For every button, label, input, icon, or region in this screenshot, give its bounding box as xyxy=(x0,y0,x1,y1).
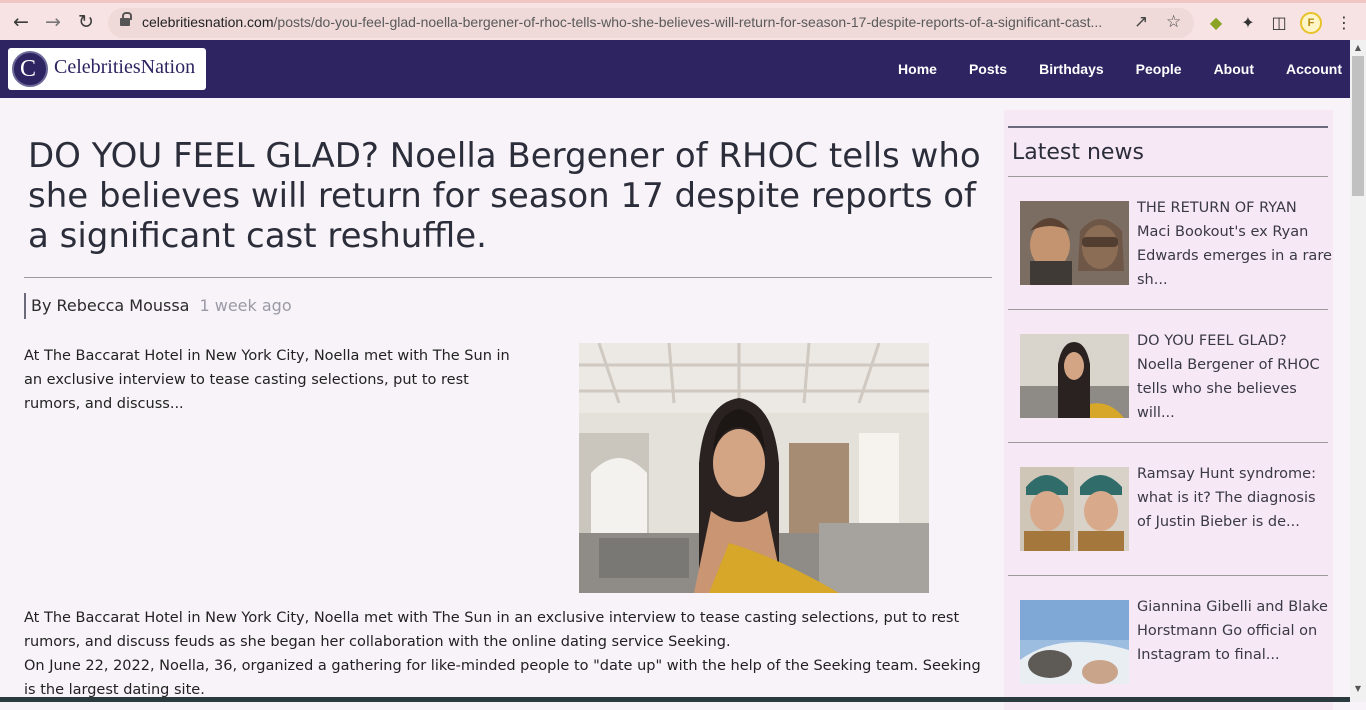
article-hero-image xyxy=(579,343,929,593)
forward-arrow-icon[interactable]: → xyxy=(41,10,65,34)
sidebar-top-rule xyxy=(1008,126,1328,128)
sidebar-divider xyxy=(1008,442,1328,443)
scroll-down-arrow-icon[interactable]: ▼ xyxy=(1353,684,1363,694)
page-scrollbar[interactable]: ▲ ▼ xyxy=(1350,40,1366,702)
logo-emblem-icon: C xyxy=(12,51,48,87)
article-lead: At The Baccarat Hotel in New York City, … xyxy=(24,348,510,412)
sidebar-icon[interactable]: ◫ xyxy=(1268,12,1290,34)
site-logo[interactable]: C CelebritiesNation xyxy=(8,48,206,90)
news-item[interactable]: THE RETURN OF RYAN Maci Bookout's ex Rya… xyxy=(1020,200,1332,301)
sidebar-divider xyxy=(1008,575,1328,576)
article-title: DO YOU FEEL GLAD? Noella Bergener of RHO… xyxy=(28,136,981,256)
article-paragraph: On June 22, 2022, Noella, 36, organized … xyxy=(24,658,981,698)
news-item[interactable]: DO YOU FEEL GLAD? Noella Bergener of RHO… xyxy=(1020,333,1328,434)
logo-text: CelebritiesNation xyxy=(54,56,196,78)
news-thumbnail[interactable] xyxy=(1020,201,1129,285)
post-time: 1 week ago xyxy=(199,296,292,315)
back-arrow-icon[interactable]: ← xyxy=(9,10,33,34)
article-paragraph: At The Baccarat Hotel in New York City, … xyxy=(24,610,960,650)
reload-icon[interactable]: ↻ xyxy=(74,10,98,34)
browser-toolbar: ← → ↻ celebritiesnation.com/posts/do-you… xyxy=(0,0,1366,40)
author-name[interactable]: Rebecca Moussa xyxy=(57,296,190,315)
news-thumbnail[interactable] xyxy=(1020,334,1129,418)
scroll-up-arrow-icon[interactable]: ▲ xyxy=(1353,43,1363,53)
profile-icon[interactable]: F xyxy=(1300,12,1322,34)
news-headline[interactable]: Giannina Gibelli and Blake Horstmann Go … xyxy=(1137,595,1332,667)
address-bar[interactable]: celebritiesnation.com/posts/do-you-feel-… xyxy=(108,8,1194,38)
news-item[interactable]: Ramsay Hunt syndrome: what is it? The di… xyxy=(1020,466,1328,567)
kebab-menu-icon[interactable]: ⋮ xyxy=(1333,12,1355,34)
lock-icon[interactable] xyxy=(120,12,132,28)
news-headline[interactable]: THE RETURN OF RYAN Maci Bookout's ex Rya… xyxy=(1137,196,1332,292)
sidebar-divider xyxy=(1008,309,1328,310)
latest-news-sidebar: Latest news THE RETURN OF RYAN Maci Book… xyxy=(1004,110,1333,710)
nav-home[interactable]: Home xyxy=(898,61,937,77)
nav-people[interactable]: People xyxy=(1136,61,1182,77)
byline: By Rebecca Moussa 1 week ago xyxy=(24,293,292,319)
url-path: /posts/do-you-feel-glad-noella-bergener-… xyxy=(273,14,1103,30)
sidebar-divider xyxy=(1008,176,1328,177)
url-domain: celebritiesnation.com xyxy=(142,14,274,30)
taskbar-edge xyxy=(0,697,1350,702)
url-text[interactable]: celebritiesnation.com/posts/do-you-feel-… xyxy=(142,14,1132,30)
news-item[interactable]: Giannina Gibelli and Blake Horstmann Go … xyxy=(1020,599,1328,700)
nav-birthdays[interactable]: Birthdays xyxy=(1039,61,1104,77)
title-divider xyxy=(24,277,992,278)
puzzle-icon[interactable]: ✦ xyxy=(1237,12,1259,34)
byline-prefix: By xyxy=(31,296,57,315)
news-headline[interactable]: DO YOU FEEL GLAD? Noella Bergener of RHO… xyxy=(1137,329,1332,425)
sidebar-title: Latest news xyxy=(1012,140,1144,165)
main-nav: Home Posts Birthdays People About Accoun… xyxy=(866,40,1342,98)
news-thumbnail[interactable] xyxy=(1020,467,1129,551)
extension-icon[interactable]: ◆ xyxy=(1205,12,1227,34)
profile-initial: F xyxy=(1307,17,1315,29)
share-icon[interactable]: ↗ xyxy=(1134,12,1148,32)
scroll-thumb[interactable] xyxy=(1352,56,1364,196)
nav-about[interactable]: About xyxy=(1214,61,1254,77)
logo-letter: C xyxy=(20,56,37,82)
bookmark-star-icon[interactable]: ☆ xyxy=(1166,12,1181,32)
nav-posts[interactable]: Posts xyxy=(969,61,1007,77)
news-thumbnail[interactable] xyxy=(1020,600,1129,684)
news-headline[interactable]: Ramsay Hunt syndrome: what is it? The di… xyxy=(1137,462,1332,534)
site-header: C CelebritiesNation Home Posts Birthdays… xyxy=(0,40,1350,98)
nav-account[interactable]: Account xyxy=(1286,61,1342,77)
article-body: At The Baccarat Hotel in New York City, … xyxy=(24,606,992,702)
